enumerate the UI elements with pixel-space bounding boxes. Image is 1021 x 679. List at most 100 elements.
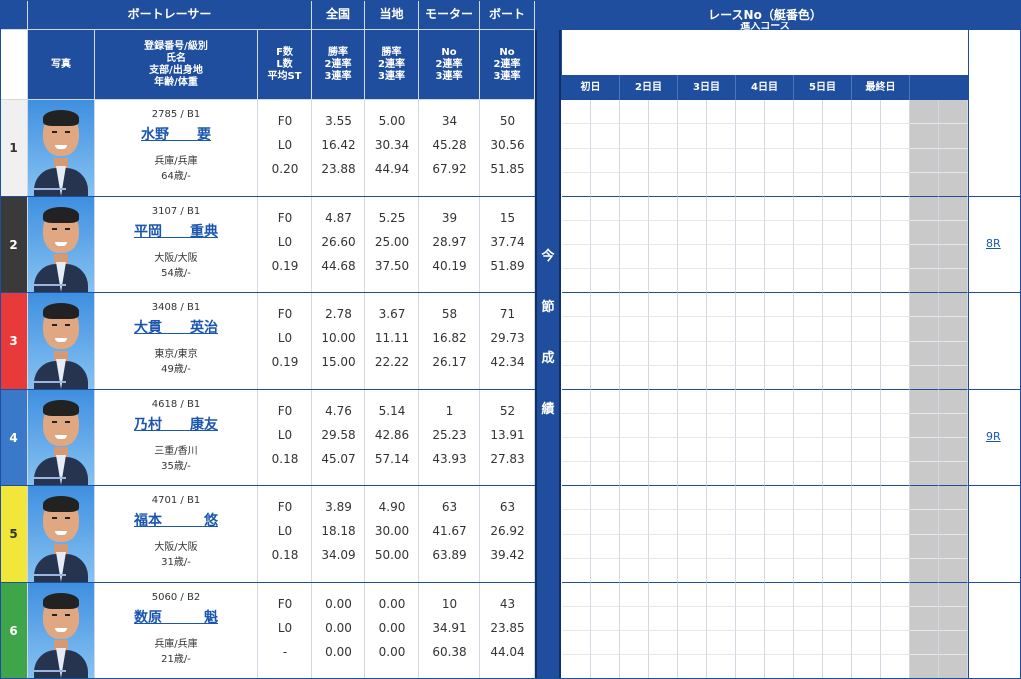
race-result-cell	[852, 173, 881, 197]
f-value-2: L0	[277, 428, 293, 442]
race-result-cell	[620, 607, 649, 631]
race-result-cell	[707, 124, 736, 149]
race-result-cell	[562, 607, 591, 631]
race-result-cell	[649, 414, 678, 438]
lane-number: 2	[0, 197, 28, 293]
racer-name-link[interactable]: 数原 魁	[95, 607, 257, 627]
race-result-cell	[852, 293, 881, 317]
race-result-cell	[852, 631, 881, 655]
vertical-char-1: 今	[541, 249, 555, 264]
race-number-link[interactable]: 9R	[986, 430, 1010, 446]
race-result-cell	[591, 583, 620, 607]
race-result-cell	[823, 269, 852, 293]
race-result-cell	[881, 317, 910, 342]
race-result-cell	[823, 438, 852, 462]
branch-origin: 兵庫/兵庫	[154, 639, 198, 650]
race-result-cell	[823, 149, 852, 173]
motor-value-2: 34.91	[432, 621, 467, 635]
race-result-cell	[794, 438, 823, 462]
f-value-2: L0	[277, 524, 293, 538]
race-result-cell	[852, 559, 881, 583]
race-result-cell	[562, 269, 591, 293]
race-result-cell	[591, 245, 620, 269]
race-result-cell	[881, 486, 910, 510]
race-result-cell	[823, 221, 852, 245]
race-result-cell	[939, 559, 968, 583]
race-result-cell	[678, 293, 707, 317]
race-result-cell	[707, 317, 736, 342]
race-result-cell	[823, 245, 852, 269]
zenkoku-value-3: 44.68	[321, 259, 356, 273]
f-value-2: L0	[277, 138, 293, 152]
motor-value-3: 60.38	[432, 645, 467, 659]
race-result-cell	[678, 173, 707, 197]
race-result-cell	[823, 559, 852, 583]
race-result-cell	[939, 317, 968, 342]
race-result-cell	[939, 269, 968, 293]
race-result-cell	[765, 149, 794, 173]
age-weight: 54歳/-	[161, 268, 191, 279]
f-value-3: 0.19	[271, 355, 299, 369]
racer-name-link[interactable]: 大貫 英治	[95, 317, 257, 337]
race-result-cell	[939, 100, 968, 124]
race-result-cell	[620, 317, 649, 342]
race-result-cell	[881, 245, 910, 269]
header-racer: ボートレーサー	[28, 0, 312, 30]
race-result-cell	[620, 245, 649, 269]
race-result-cell	[794, 221, 823, 245]
header-motor: モーター	[419, 0, 480, 30]
race-result-cell	[591, 293, 620, 317]
race-result-cell	[736, 631, 765, 655]
race-result-cell	[562, 559, 591, 583]
f-value-1: F0	[277, 307, 293, 321]
race-result-cell	[707, 366, 736, 390]
race-result-cell	[620, 655, 649, 679]
header-touchi-rates-line-2: 2連率	[378, 58, 405, 70]
racer-name-link[interactable]: 平岡 重典	[95, 221, 257, 241]
race-result-cell	[852, 438, 881, 462]
race-result-cell	[823, 607, 852, 631]
race-result-cell	[939, 342, 968, 366]
race-result-cell	[852, 366, 881, 390]
header-info-line-2: 氏名	[166, 52, 186, 64]
race-result-cell	[620, 366, 649, 390]
race-result-cell	[620, 559, 649, 583]
race-result-cell	[852, 197, 881, 221]
race-result-cell	[852, 100, 881, 124]
race-result-cell	[910, 631, 939, 655]
zenkoku-value-1: 4.87	[325, 211, 352, 225]
racer-info: 3408 / B1 大貫 英治 東京/東京 49歳/-	[95, 293, 258, 390]
race-result-cell	[823, 124, 852, 149]
race-result-cell	[881, 414, 910, 438]
branch-origin: 大阪/大阪	[154, 542, 198, 553]
race-result-cell	[852, 462, 881, 486]
racer-info: 3107 / B1 平岡 重典 大阪/大阪 54歳/-	[95, 197, 258, 293]
race-result-cell	[881, 366, 910, 390]
racer-info: 5060 / B2 数原 魁兵庫/兵庫 21歳/-	[95, 583, 258, 679]
race-result-cell	[678, 631, 707, 655]
race-result-cell	[939, 462, 968, 486]
racer-name-link[interactable]: 乃村 康友	[95, 414, 257, 434]
race-result-cell	[562, 293, 591, 317]
racer-name-link[interactable]: 福本 悠	[95, 510, 257, 530]
motor-value-3: 43.93	[432, 452, 467, 466]
race-result-cell	[678, 197, 707, 221]
race-result-cell	[794, 414, 823, 438]
race-result-cell	[591, 124, 620, 149]
race-result-cell	[794, 559, 823, 583]
racer-name-link[interactable]: 水野 要	[95, 124, 257, 144]
race-result-cell	[823, 173, 852, 197]
touchi-value-3: 57.14	[374, 452, 410, 466]
race-result-cell	[881, 559, 910, 583]
race-result-cell	[765, 583, 794, 607]
branch-origin: 三重/香川	[154, 446, 198, 457]
header-f-line-1: F数	[276, 46, 293, 58]
race-result-cell	[649, 510, 678, 535]
race-result-cell	[736, 149, 765, 173]
zenkoku-value-3: 34.09	[321, 548, 356, 562]
race-result-cell	[852, 245, 881, 269]
race-result-cell	[736, 100, 765, 124]
race-number-link[interactable]: 8R	[986, 237, 1010, 253]
race-result-cell	[823, 486, 852, 510]
header-zenkoku-rates: 勝率 2連率 3連率	[312, 30, 365, 100]
